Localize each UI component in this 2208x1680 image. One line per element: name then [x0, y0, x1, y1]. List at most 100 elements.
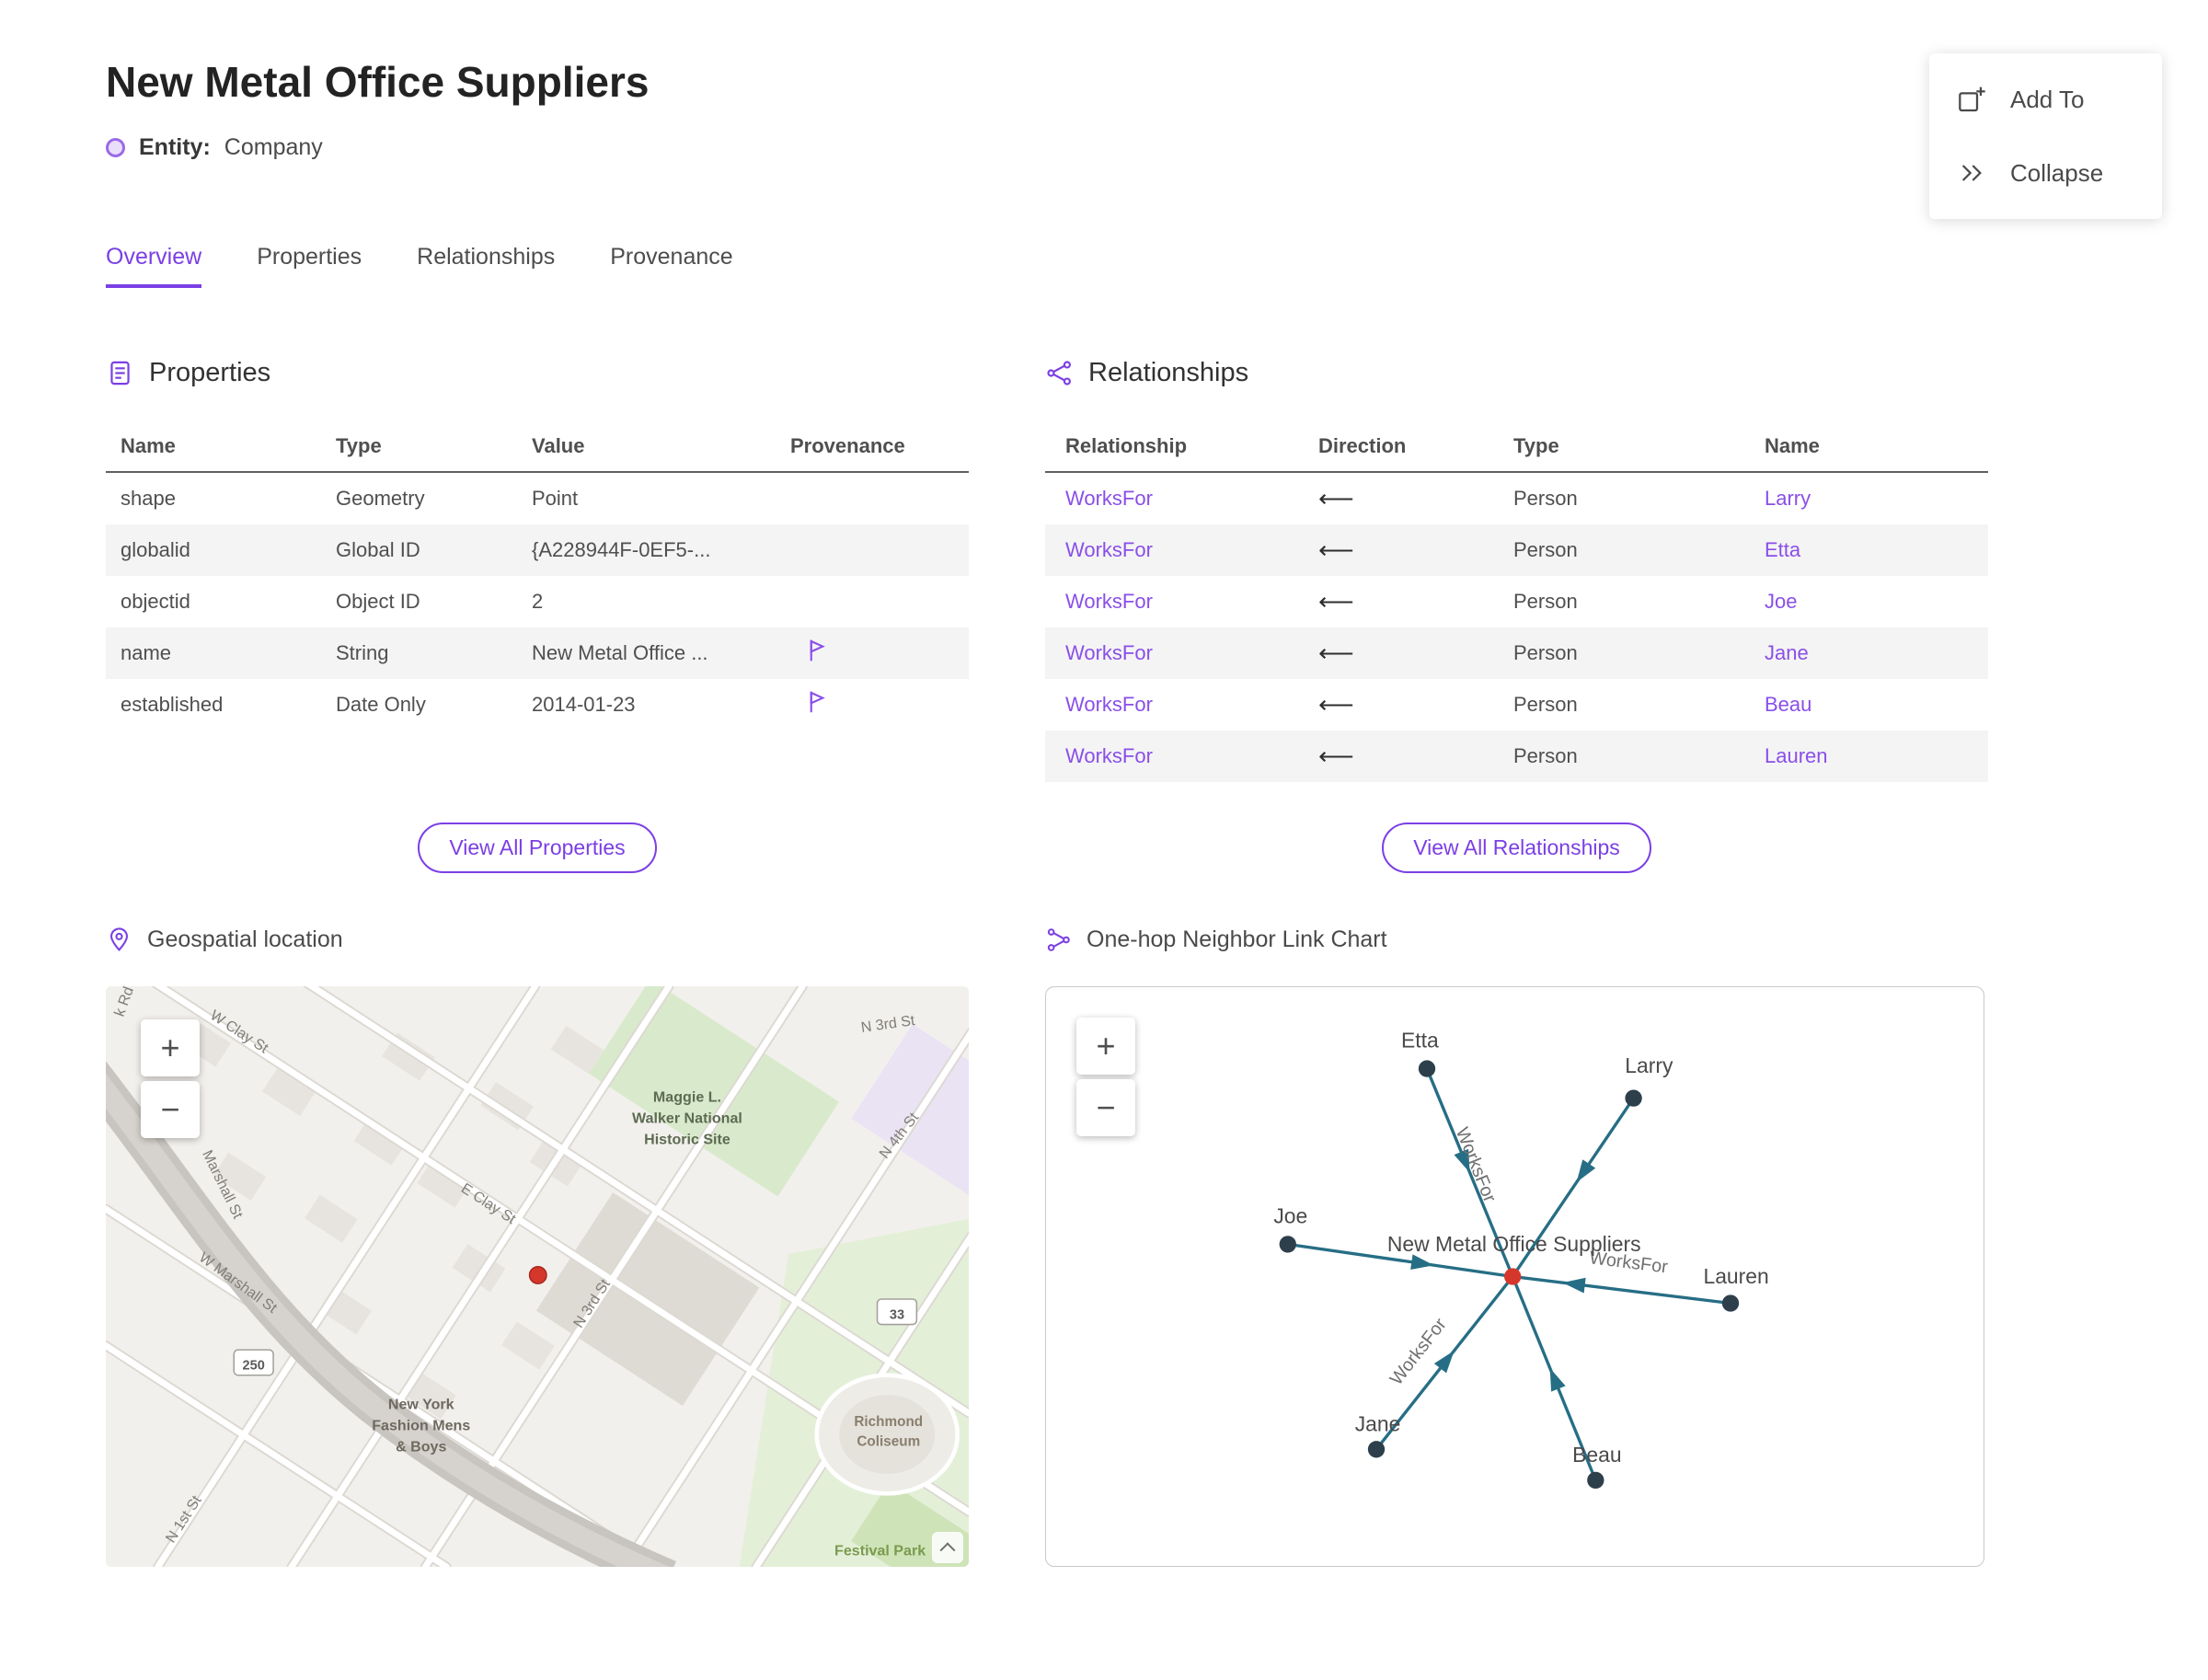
- node-joe[interactable]: [1279, 1236, 1296, 1253]
- poi-label: Richmond: [854, 1414, 923, 1430]
- double-chevron-right-icon: [1961, 165, 1982, 181]
- poi-label: Walker National: [632, 1110, 742, 1127]
- node-etta[interactable]: [1418, 1060, 1436, 1077]
- properties-section-title: Properties: [149, 358, 271, 387]
- link-chart-canvas[interactable]: WorksForWorksForWorksForEttaLarryJoeLaur…: [1046, 987, 1984, 1566]
- poi-label: Historic Site: [644, 1132, 730, 1148]
- route-shield-label: 33: [890, 1307, 904, 1322]
- zoom-in-button[interactable]: +: [141, 1019, 200, 1076]
- related-entity-link[interactable]: Joe: [1765, 590, 1988, 614]
- node-lauren[interactable]: [1721, 1295, 1740, 1312]
- poi-label: & Boys: [396, 1438, 446, 1455]
- provenance-flag-icon[interactable]: [803, 688, 831, 716]
- link-chart-icon: [1047, 928, 1070, 951]
- node-jane[interactable]: [1367, 1441, 1386, 1458]
- center-node[interactable]: [1504, 1268, 1522, 1285]
- map-attribution-toggle[interactable]: [932, 1532, 963, 1563]
- map-zoom-control: + −: [141, 1019, 200, 1138]
- add-to-icon: [1959, 86, 1985, 112]
- relationship-type-link[interactable]: WorksFor: [1065, 693, 1318, 717]
- relationship-row[interactable]: WorksFor ⟵ Person Etta: [1045, 524, 1988, 576]
- relationship-direction: ⟵: [1318, 742, 1354, 770]
- tab-relationships[interactable]: Relationships: [417, 244, 555, 288]
- col-name: Name: [121, 434, 176, 457]
- zoom-out-button[interactable]: −: [141, 1081, 200, 1138]
- page-title: New Metal Office Suppliers: [106, 58, 650, 106]
- geospatial-section-title: Geospatial location: [147, 926, 343, 952]
- property-row[interactable]: name String New Metal Office ...: [106, 627, 969, 679]
- properties-section-header: Properties: [106, 358, 969, 388]
- chart-zoom-in-button[interactable]: +: [1076, 1018, 1135, 1075]
- node-larry[interactable]: [1625, 1089, 1642, 1107]
- chevron-up-icon: [939, 1542, 956, 1559]
- node-label: Jane: [1355, 1411, 1401, 1435]
- col-direction: Direction: [1318, 434, 1407, 457]
- relationship-row[interactable]: WorksFor ⟵ Person Beau: [1045, 679, 1988, 731]
- tab-properties[interactable]: Properties: [257, 244, 362, 288]
- property-name: globalid: [121, 538, 190, 561]
- map-canvas[interactable]: W Clay StE Clay StN 3rd StN 4th StN 3rd …: [106, 986, 969, 1567]
- relationship-row[interactable]: WorksFor ⟵ Person Jane: [1045, 627, 1988, 679]
- relationship-direction: ⟵: [1318, 484, 1354, 512]
- tab-provenance[interactable]: Provenance: [610, 244, 732, 288]
- node-label: Lauren: [1703, 1264, 1768, 1288]
- relationship-direction: ⟵: [1318, 587, 1354, 616]
- relationships-icon: [1047, 361, 1071, 385]
- related-entity-link[interactable]: Larry: [1765, 487, 1988, 511]
- relationship-row[interactable]: WorksFor ⟵ Person Joe: [1045, 576, 1988, 627]
- properties-icon: [110, 361, 130, 385]
- property-name: established: [121, 693, 224, 716]
- node-label: Beau: [1572, 1443, 1621, 1467]
- property-name: objectid: [121, 590, 190, 613]
- properties-panel: Properties Name Type Value Provenance sh…: [106, 358, 969, 873]
- poi-label: Maggie L.: [653, 1089, 721, 1106]
- provenance-flag-icon[interactable]: [803, 637, 831, 664]
- relationship-row[interactable]: WorksFor ⟵ Person Lauren: [1045, 731, 1988, 782]
- add-to-button[interactable]: Add To: [1957, 85, 2134, 114]
- related-entity-link[interactable]: Lauren: [1765, 744, 1988, 768]
- relationship-type-link[interactable]: WorksFor: [1065, 538, 1318, 562]
- location-marker[interactable]: [528, 1266, 547, 1284]
- property-row[interactable]: established Date Only 2014-01-23: [106, 679, 969, 731]
- property-row[interactable]: globalid Global ID {A228944F-0EF5-...: [106, 524, 969, 576]
- col-relationship: Relationship: [1065, 434, 1188, 457]
- related-entity-type: Person: [1513, 641, 1578, 664]
- col-type: Type: [336, 434, 382, 457]
- view-all-properties-button[interactable]: View All Properties: [418, 823, 657, 873]
- relationship-row[interactable]: WorksFor ⟵ Person Larry: [1045, 473, 1988, 524]
- related-entity-link[interactable]: Etta: [1765, 538, 1988, 562]
- entity-type-row: Entity: Company: [106, 134, 2208, 161]
- related-entity-type: Person: [1513, 693, 1578, 716]
- relationships-panel: Relationships Relationship Direction Typ…: [1045, 358, 1988, 873]
- view-all-relationships-button[interactable]: View All Relationships: [1382, 823, 1651, 873]
- property-name: shape: [121, 487, 176, 510]
- relationship-type-link[interactable]: WorksFor: [1065, 590, 1318, 614]
- related-entity-link[interactable]: Jane: [1765, 641, 1988, 665]
- col-value: Value: [532, 434, 585, 457]
- relationships-table-header: Relationship Direction Type Name: [1045, 421, 1988, 473]
- entity-type-icon: [106, 138, 125, 157]
- edge-arrow-icon: [1576, 1159, 1596, 1183]
- edge-lauren: [1512, 1274, 1731, 1306]
- entity-label: Entity:: [139, 134, 211, 160]
- collapse-button[interactable]: Collapse: [1957, 158, 2134, 188]
- link-chart-section-title: One-hop Neighbor Link Chart: [1087, 926, 1387, 952]
- property-row[interactable]: shape Geometry Point: [106, 473, 969, 524]
- node-label: Larry: [1625, 1053, 1673, 1077]
- properties-table-header: Name Type Value Provenance: [106, 421, 969, 473]
- tab-overview[interactable]: Overview: [106, 244, 202, 288]
- property-row[interactable]: objectid Object ID 2: [106, 576, 969, 627]
- relationship-type-link[interactable]: WorksFor: [1065, 641, 1318, 665]
- related-entity-link[interactable]: Beau: [1765, 693, 1988, 717]
- property-type: Global ID: [336, 538, 420, 561]
- chart-zoom-out-button[interactable]: −: [1076, 1079, 1135, 1136]
- node-label: Etta: [1401, 1029, 1439, 1053]
- related-entity-type: Person: [1513, 590, 1578, 613]
- node-beau[interactable]: [1587, 1471, 1604, 1490]
- relationship-type-link[interactable]: WorksFor: [1065, 744, 1318, 768]
- poi-label: Festival Park: [834, 1543, 926, 1559]
- relationship-direction: ⟵: [1318, 690, 1354, 719]
- geospatial-section-header: Geospatial location: [106, 926, 969, 953]
- link-chart-section: One-hop Neighbor Link Chart WorksFor Work…: [1045, 873, 1988, 1567]
- relationship-type-link[interactable]: WorksFor: [1065, 487, 1318, 511]
